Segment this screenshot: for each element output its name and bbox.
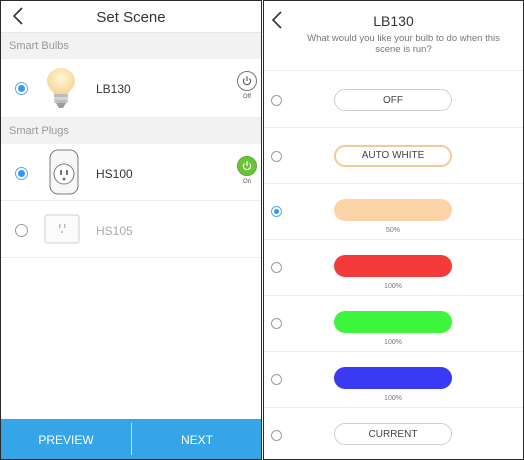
brightness-label: 100% [384,395,402,402]
device-name: HS100 [96,167,133,181]
device-row-hs100[interactable]: HS100 On [1,144,261,201]
radio-red[interactable] [271,262,282,273]
radio-auto-white[interactable] [271,151,282,162]
option-off[interactable]: OFF [264,72,523,128]
bulb-action-panel: LB130 What would you like your bulb to d… [263,0,524,460]
power-on-button[interactable] [237,156,257,176]
brightness-label: 100% [384,339,402,346]
power-state-label: On [242,179,251,185]
brightness-label: 100% [384,283,402,290]
blue-swatch[interactable] [334,367,452,389]
next-button[interactable]: NEXT [132,419,261,459]
option-warm-white[interactable]: 50% [264,184,523,240]
option-current[interactable]: CURRENT [264,408,523,459]
auto-white-button[interactable]: AUTO WHITE [334,145,452,167]
device-row-lb130[interactable]: LB130 Off [1,59,261,118]
warm-white-swatch[interactable] [334,199,452,221]
power-off-button[interactable] [237,71,257,91]
set-scene-header: Set Scene [1,1,261,33]
plug-icon [49,149,79,200]
red-swatch[interactable] [334,255,452,277]
current-button[interactable]: CURRENT [334,423,452,445]
section-header-smart-bulbs: Smart Bulbs [1,33,261,59]
section-header-smart-plugs: Smart Plugs [1,118,261,144]
radio-hs100[interactable] [15,167,28,180]
bulb-action-header: LB130 What would you like your bulb to d… [264,1,523,71]
option-green[interactable]: 100% [264,296,523,352]
page-title: LB130 [373,13,414,29]
device-row-hs105[interactable]: HS105 [1,201,261,258]
option-red[interactable]: 100% [264,240,523,296]
radio-hs105[interactable] [15,224,28,237]
footer-bar: PREVIEW NEXT [1,419,261,459]
radio-current[interactable] [271,430,282,441]
preview-button[interactable]: PREVIEW [1,419,131,459]
radio-green[interactable] [271,318,282,329]
radio-lb130[interactable] [15,82,28,95]
page-title: Set Scene [96,9,166,26]
device-name: LB130 [96,82,131,96]
radio-warm-white[interactable] [271,206,282,217]
green-swatch[interactable] [334,311,452,333]
option-auto-white[interactable]: AUTO WHITE [264,128,523,184]
radio-off[interactable] [271,95,282,106]
off-button[interactable]: OFF [334,89,452,111]
device-name: HS105 [96,224,133,238]
power-state-label: Off [243,94,251,100]
page-subtitle: What would you like your bulb to do when… [307,33,500,55]
set-scene-panel: Set Scene Smart Bulbs LB130 Off Smart Pl… [0,0,262,460]
mini-plug-icon [44,214,80,249]
option-blue[interactable]: 100% [264,352,523,408]
bulb-icon [44,66,78,115]
radio-blue[interactable] [271,374,282,385]
brightness-label: 50% [385,227,400,234]
